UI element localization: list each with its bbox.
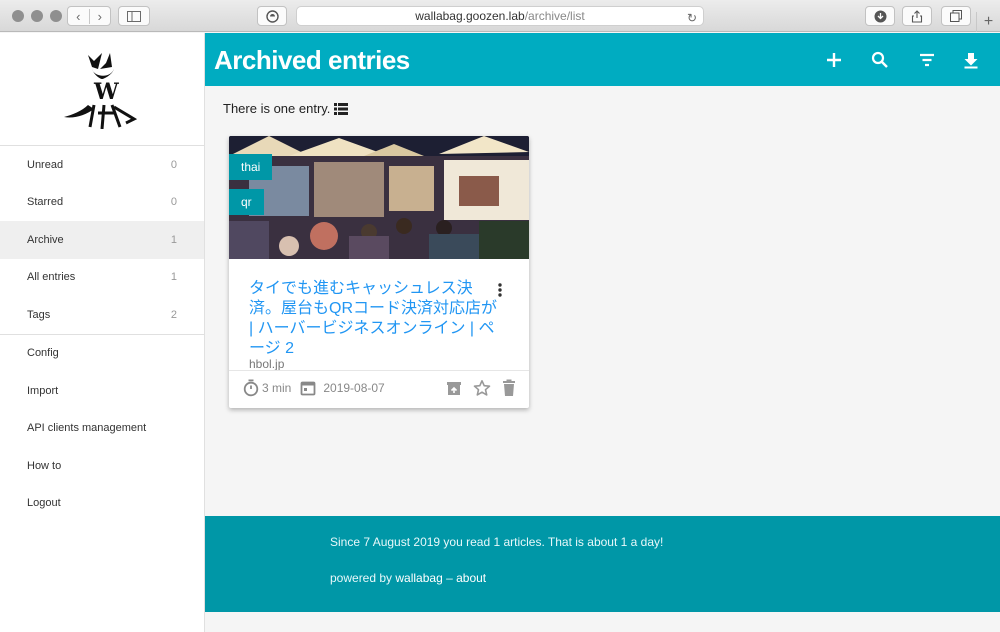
search-icon[interactable]	[870, 50, 890, 70]
download-icon[interactable]	[961, 50, 981, 70]
forward-button[interactable]: ›	[90, 9, 111, 24]
sidebar-item-count: 0	[170, 196, 177, 209]
powered-by-label: powered by	[330, 571, 396, 585]
sidebar-item-label: How to	[27, 459, 62, 472]
url-host: wallabag.goozen.lab	[415, 9, 525, 23]
calendar-icon	[300, 381, 316, 396]
sidebar-item-label: API clients management	[27, 422, 147, 435]
svg-text:W: W	[93, 79, 119, 105]
entry-preview-image[interactable]: thai qr	[229, 136, 529, 259]
night-market-picture	[229, 136, 529, 259]
browser-toolbar: ‹ › wallabag.goozen.lab/archive/list ↻ +	[0, 0, 1000, 32]
timer-icon	[243, 379, 259, 397]
back-forward-buttons: ‹ ›	[67, 6, 111, 26]
sidebar-item-count: 2	[170, 308, 177, 321]
top-header: Archived entries	[205, 33, 1000, 86]
sidebar-item-starred[interactable]: Starred 0	[0, 184, 204, 222]
downloads-button[interactable]	[865, 6, 895, 26]
unarchive-icon[interactable]	[445, 379, 463, 397]
footer-separator: –	[442, 571, 457, 585]
footer-stats: Since 7 August 2019 you read 1 articles.…	[330, 535, 664, 549]
sidebar-item-label: Logout	[27, 497, 61, 510]
entry-title-link[interactable]: タイでも進むキャッシュレス決済。屋台もQRコード決済対応店が | ハーバービジネ…	[249, 279, 504, 359]
sidebar-item-label: Archive	[27, 233, 64, 246]
sidebar-item-label: Starred	[27, 196, 64, 209]
sidebar-item-api-clients[interactable]: API clients management	[0, 410, 204, 448]
reading-time: 3 min	[262, 381, 292, 395]
page-title: Archived entries	[214, 45, 410, 75]
sidebar-item-how-to[interactable]: How to	[0, 447, 204, 485]
share-button[interactable]	[902, 6, 932, 26]
back-button[interactable]: ‹	[68, 8, 90, 24]
sidebar-item-count: 1	[170, 233, 177, 246]
close-window-button[interactable]	[12, 10, 24, 22]
tag-chip[interactable]: qr	[229, 189, 264, 215]
sidebar-item-count: 1	[170, 271, 177, 284]
tag-chip[interactable]: thai	[229, 154, 273, 180]
entry-date: 2019-08-07	[323, 381, 385, 395]
entry-domain[interactable]: hbol.jp	[249, 357, 284, 371]
page-bottom	[205, 612, 1000, 632]
sidebar-item-label: Unread	[27, 158, 64, 171]
entry-count-text: There is one entry.	[223, 101, 331, 116]
address-bar[interactable]: wallabag.goozen.lab/archive/list ↻	[296, 6, 704, 26]
entry-actions	[445, 379, 517, 397]
privacy-icon	[265, 9, 279, 23]
download-circle-icon	[874, 10, 886, 22]
wallabag-link[interactable]: wallabag	[395, 571, 442, 585]
about-link[interactable]: about	[456, 571, 486, 585]
sidebar-item-logout[interactable]: Logout	[0, 485, 204, 523]
url-path: /archive/list	[524, 9, 585, 23]
minimize-window-button[interactable]	[31, 10, 43, 22]
sidebar: W Unread 0 Starred 0 Archive 1 All entri…	[0, 33, 205, 632]
secondary-menu: Config Import API clients management How…	[0, 333, 204, 523]
footer-powered: powered by wallabag – about	[330, 571, 486, 585]
sidebar-item-config[interactable]: Config	[0, 335, 204, 373]
tabs-icon	[950, 10, 962, 22]
sidebar-item-label: Tags	[27, 308, 51, 321]
logo-container[interactable]: W	[0, 33, 204, 146]
list-view-icon[interactable]	[334, 102, 349, 115]
main-content: There is one entry. thai qr タイでも進むキャッシュレ…	[205, 86, 1000, 516]
more-vert-icon[interactable]	[498, 283, 502, 297]
sidebar-item-label: All entries	[27, 271, 76, 284]
sidebar-item-label: Import	[27, 384, 59, 397]
sidebar-item-label: Config	[27, 347, 59, 360]
sidebar-toggle-button[interactable]	[118, 6, 150, 26]
page-footer: Since 7 August 2019 you read 1 articles.…	[205, 516, 1000, 612]
sidebar-item-tags[interactable]: Tags 2	[0, 296, 204, 334]
reload-icon[interactable]: ↻	[687, 9, 697, 27]
star-icon[interactable]	[473, 379, 491, 397]
sidebar-item-count: 0	[170, 158, 177, 171]
new-tab-button[interactable]: +	[976, 12, 1000, 32]
filter-icon[interactable]	[917, 50, 937, 70]
share-icon	[911, 9, 923, 23]
sidebar-icon	[127, 10, 141, 22]
sidebar-item-all-entries[interactable]: All entries 1	[0, 259, 204, 297]
sidebar-item-import[interactable]: Import	[0, 372, 204, 410]
add-icon[interactable]	[824, 50, 844, 70]
delete-icon[interactable]	[501, 379, 517, 397]
entry-count: There is one entry.	[223, 101, 349, 116]
card-divider	[229, 370, 529, 371]
sidebar-item-archive[interactable]: Archive 1	[0, 221, 204, 259]
entry-card: thai qr タイでも進むキャッシュレス決済。屋台もQRコード決済対応店が |…	[229, 136, 529, 408]
tabs-overview-button[interactable]	[941, 6, 971, 26]
zoom-window-button[interactable]	[50, 10, 62, 22]
privacy-button[interactable]	[257, 6, 287, 26]
sidebar-item-unread[interactable]: Unread 0	[0, 146, 204, 184]
primary-menu: Unread 0 Starred 0 Archive 1 All entries…	[0, 146, 204, 334]
entry-meta: 3 min 2019-08-07	[243, 379, 385, 397]
wallabag-logo: W	[64, 53, 138, 129]
